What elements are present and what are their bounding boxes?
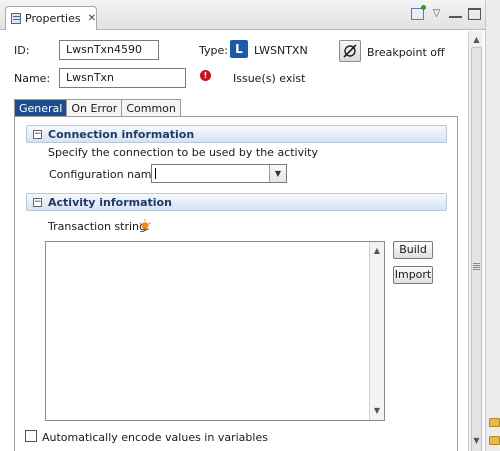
import-button[interactable]: Import	[393, 266, 433, 284]
connection-section-header[interactable]: − Connection information	[26, 125, 447, 143]
properties-view-tab[interactable]: Properties ✕	[5, 6, 97, 30]
scroll-down-icon[interactable]: ▼	[470, 435, 483, 447]
adjacent-view-strip	[485, 0, 500, 451]
transaction-string-textarea[interactable]: ▲ ▼	[45, 241, 385, 421]
breakpoint-icon	[343, 44, 357, 58]
view-title-bar: Properties ✕ ▽	[0, 0, 485, 30]
build-button[interactable]: Build	[393, 241, 433, 259]
tab-general[interactable]: General	[14, 99, 68, 117]
encode-values-checkbox[interactable]	[25, 430, 37, 442]
scroll-down-icon[interactable]: ▼	[370, 404, 384, 418]
scrollbar-thumb[interactable]	[471, 47, 482, 451]
configuration-name-combo[interactable]: ▼	[151, 164, 287, 183]
view-menu-icon[interactable]: ▽	[430, 8, 443, 20]
folder-icon	[489, 418, 500, 427]
id-field[interactable]: LwsnTxn4590	[59, 40, 159, 60]
transaction-string-label: Transaction string:	[48, 220, 150, 233]
collapse-icon[interactable]: −	[33, 197, 42, 207]
connection-description: Specify the connection to be used by the…	[48, 146, 318, 159]
tab-common[interactable]: Common	[121, 99, 181, 117]
properties-scrollbar[interactable]: ▲ ▼	[468, 31, 483, 451]
tab-on-error[interactable]: On Error	[66, 99, 123, 117]
connection-section-title: Connection information	[48, 127, 195, 141]
activity-section-title: Activity information	[48, 195, 172, 209]
lwsntxn-type-icon: L	[230, 40, 248, 58]
name-label: Name:	[14, 72, 51, 85]
scroll-up-icon[interactable]: ▲	[370, 244, 384, 258]
view-toolbar: ▽	[411, 5, 481, 20]
properties-view-icon	[11, 13, 22, 24]
encode-values-label: Automatically encode values in variables	[42, 431, 268, 444]
collapse-icon[interactable]: −	[33, 129, 42, 139]
name-field[interactable]: LwsnTxn	[59, 68, 186, 88]
minimize-icon[interactable]	[449, 10, 462, 18]
properties-view-tab-label: Properties	[25, 12, 81, 25]
pin-icon[interactable]	[411, 5, 426, 20]
maximize-icon[interactable]	[468, 8, 481, 20]
type-label: Type:	[199, 44, 228, 57]
text-cursor	[155, 168, 156, 179]
activity-section-header[interactable]: − Activity information	[26, 193, 447, 211]
scrollbar-grip-icon	[473, 263, 480, 270]
folder-icon	[489, 436, 500, 445]
issues-text: Issue(s) exist	[233, 72, 306, 85]
scroll-up-icon[interactable]: ▲	[470, 34, 483, 46]
close-icon[interactable]: ✕	[88, 13, 96, 24]
type-value: LWSNTXN	[254, 44, 308, 57]
breakpoint-status: Breakpoint off	[367, 46, 445, 59]
lightbulb-icon[interactable]	[139, 219, 151, 232]
id-label: ID:	[14, 44, 30, 57]
breakpoint-button[interactable]	[339, 40, 361, 62]
property-tabs: General On Error Common	[14, 99, 181, 117]
dropdown-arrow-icon[interactable]: ▼	[269, 165, 286, 182]
textarea-scrollbar[interactable]: ▲ ▼	[369, 242, 384, 420]
configuration-name-label: Configuration name:	[49, 168, 162, 181]
error-icon: !	[200, 70, 211, 81]
